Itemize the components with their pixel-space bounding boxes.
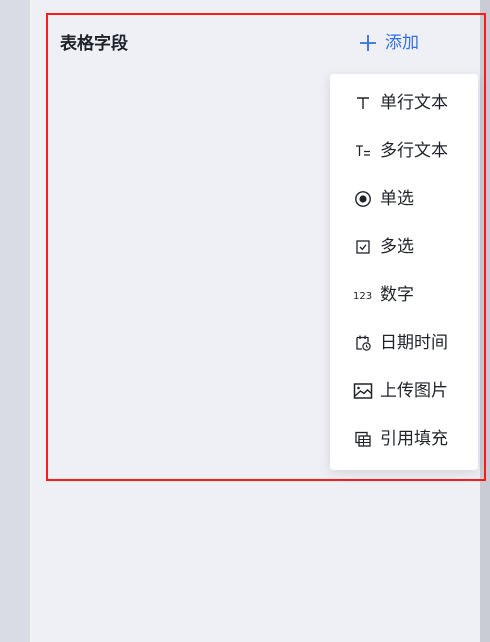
menu-item-label: 单选 [380,189,414,209]
menu-item-label: 引用填充 [380,429,448,449]
menu-item-label: 数字 [380,285,414,305]
menu-item-number[interactable]: 123 数字 [330,271,478,319]
menu-item-multi-line-text[interactable]: 多行文本 [330,127,478,175]
number-icon-text: 123 [353,291,372,302]
menu-item-date-time[interactable]: 日期时间 [330,319,478,367]
menu-item-single-choice[interactable]: 单选 [330,175,478,223]
menu-item-upload-image[interactable]: 上传图片 [330,367,478,415]
calendar-clock-icon [353,333,373,353]
menu-item-multiple-choice[interactable]: 多选 [330,223,478,271]
multiline-text-icon [353,141,373,161]
add-field-button[interactable]: 添加 [358,30,419,56]
left-rail [0,0,30,642]
text-icon [353,93,373,113]
field-type-menu: 单行文本 多行文本 单选 多选 123 数字 日期时间 上传图片 引用填充 [330,74,478,470]
section-title: 表格字段 [60,34,128,54]
menu-item-label: 单行文本 [380,93,448,113]
reference-icon [353,429,373,449]
menu-item-label: 上传图片 [380,381,448,401]
number-icon: 123 [353,285,373,305]
menu-item-reference-fill[interactable]: 引用填充 [330,415,478,463]
plus-icon [358,33,378,53]
menu-item-single-line-text[interactable]: 单行文本 [330,79,478,127]
add-field-label: 添加 [385,33,419,53]
menu-item-label: 多选 [380,237,414,257]
menu-item-label: 多行文本 [380,141,448,161]
checkbox-icon [353,237,373,257]
menu-item-label: 日期时间 [380,333,448,353]
image-icon [353,381,373,401]
radio-icon [353,189,373,209]
